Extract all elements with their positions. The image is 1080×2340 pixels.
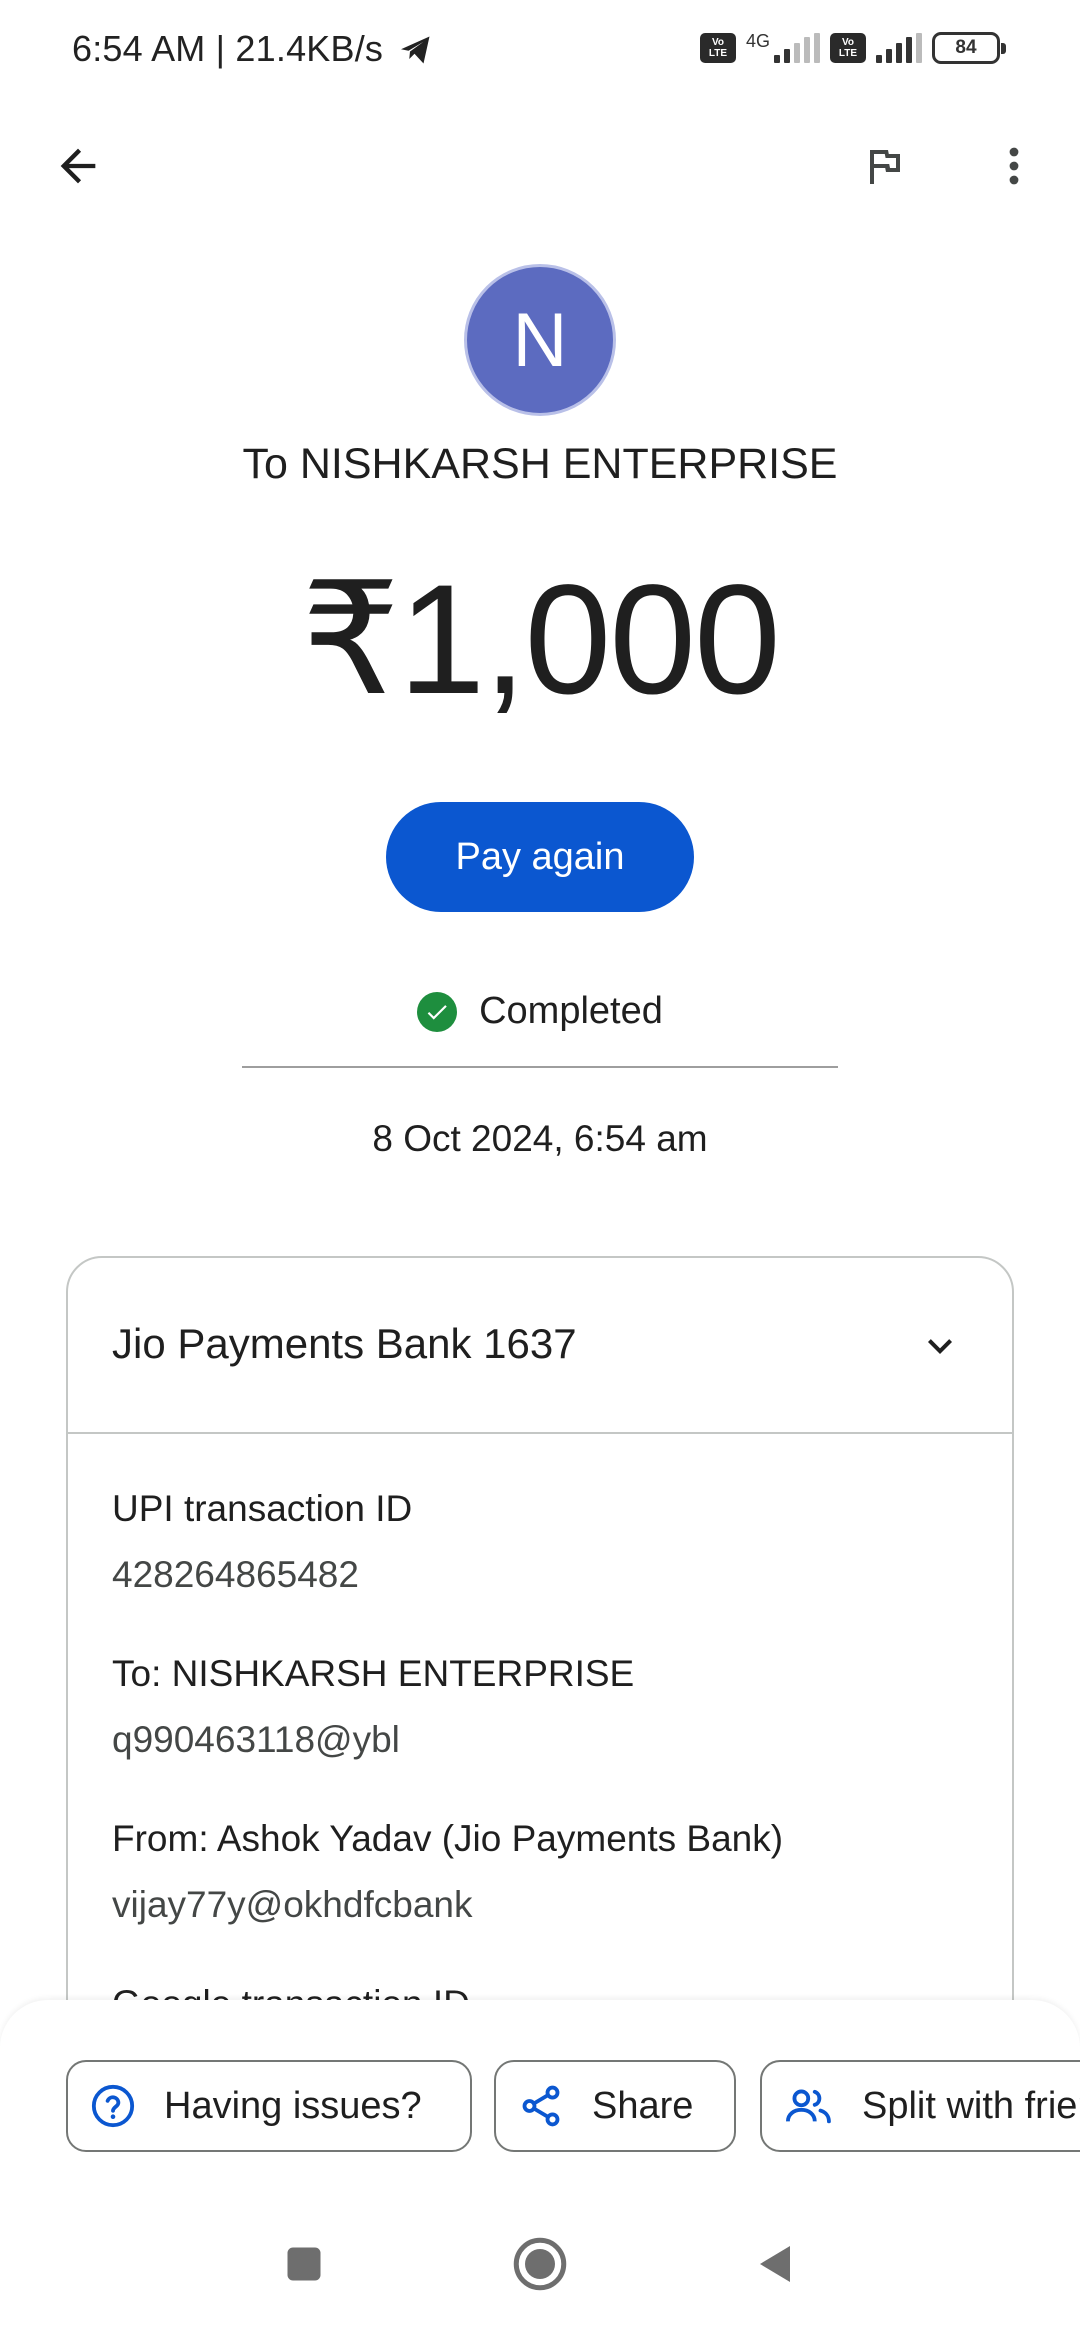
upi-id-value: 428264865482 (112, 1554, 359, 1595)
to-account-label: To: NISHKARSH ENTERPRISE (112, 1653, 635, 1694)
square-icon (287, 2247, 321, 2281)
check-circle-icon (417, 991, 458, 1032)
more-vert-icon (1009, 147, 1019, 185)
pay-again-button[interactable]: Pay again (386, 802, 694, 912)
split-with-friends-button[interactable]: Split with friends (760, 2060, 1080, 2152)
having-issues-button[interactable]: Having issues? (66, 2060, 472, 2152)
status-text: Completed (479, 990, 663, 1032)
arrow-left-icon (60, 148, 96, 184)
upi-id-label: UPI transaction ID (112, 1488, 413, 1529)
report-button[interactable] (836, 118, 932, 214)
battery-level: 84 (955, 37, 977, 58)
share-button[interactable]: Share (494, 2060, 736, 2152)
back-triangle-icon (760, 2246, 790, 2282)
recents-button[interactable] (264, 2224, 344, 2304)
split-label: Split with friends (862, 2084, 1080, 2127)
status-bar: 6:54 AM | 21.4KB/s Vo LTE 4G Vo LTE 84 (0, 0, 1080, 100)
to-upi-value: q990463118@ybl (112, 1719, 400, 1760)
transaction-datetime: 8 Oct 2024, 6:54 am (372, 1118, 708, 1159)
home-circle-icon (513, 2237, 567, 2291)
volte-icon: Vo LTE (699, 33, 736, 63)
share-icon (522, 2085, 560, 2127)
signal-strength-icon (774, 33, 820, 63)
help-circle-icon (91, 2084, 135, 2128)
nav-back-button[interactable] (736, 2224, 816, 2304)
payee-name: To NISHKARSH ENTERPRISE (242, 440, 838, 488)
signal-strength-icon (876, 33, 922, 63)
status-icons: Vo LTE 4G Vo LTE 84 (699, 28, 1006, 68)
telegram-icon (401, 36, 430, 64)
battery-icon: 84 (932, 32, 1006, 64)
bank-account-header[interactable]: Jio Payments Bank 1637 (68, 1258, 1012, 1434)
status-time: 6:54 AM | 21.4KB/s (72, 28, 384, 69)
home-button[interactable] (500, 2224, 580, 2304)
flag-icon (870, 150, 900, 184)
transaction-status: Completed (0, 990, 1080, 1033)
share-label: Share (592, 2084, 694, 2127)
divider (242, 1066, 838, 1068)
app-screen: 6:54 AM | 21.4KB/s Vo LTE 4G Vo LTE 84 N… (0, 0, 1080, 2340)
from-upi-value: vijay77y@okhdfcbank (112, 1884, 473, 1925)
more-options-button[interactable] (966, 118, 1062, 214)
from-account-label: From: Ashok Yadav (Jio Payments Bank) (112, 1818, 784, 1859)
people-icon (786, 2089, 831, 2124)
avatar-letter: N (512, 297, 568, 383)
chevron-down-icon[interactable] (912, 1318, 968, 1374)
payment-amount: ₹1,000 (301, 553, 781, 727)
having-issues-label: Having issues? (164, 2084, 422, 2127)
system-nav-bar (0, 2220, 1080, 2340)
network-type-label: 4G (745, 30, 770, 51)
volte-icon: Vo LTE (830, 33, 866, 63)
avatar: N (464, 264, 616, 416)
bank-name: Jio Payments Bank 1637 (112, 1320, 577, 1367)
back-button[interactable] (30, 118, 126, 214)
